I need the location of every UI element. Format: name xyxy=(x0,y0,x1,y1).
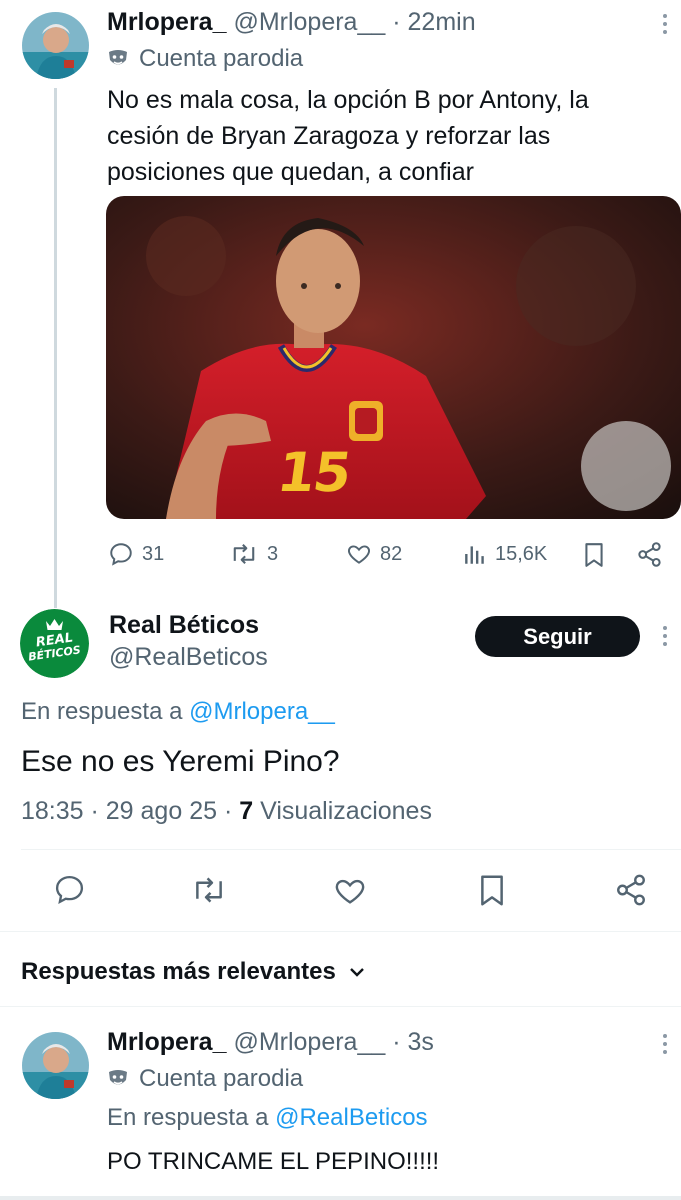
original-text-line: No es mala cosa, la opción B por Antony,… xyxy=(107,86,589,114)
tweet-media-photo[interactable]: 15 xyxy=(106,196,681,519)
follow-button[interactable]: Seguir xyxy=(475,616,640,657)
main-handle[interactable]: @RealBeticos xyxy=(109,643,268,672)
views-action[interactable]: 15,6K xyxy=(463,541,547,567)
bookmark-action[interactable] xyxy=(582,542,606,573)
reply-reply-to-link[interactable]: @RealBeticos xyxy=(275,1104,427,1131)
reply-icon xyxy=(55,875,84,905)
original-parody-text: Cuenta parodia xyxy=(139,45,304,72)
reply-tweet-header: Mrlopera_ @Mrlopera__ · 3s xyxy=(107,1028,434,1057)
reply-reply-prefix: En respuesta a xyxy=(107,1104,269,1131)
reply-time[interactable]: · 3s xyxy=(392,1028,434,1056)
main-reply-to-link[interactable]: @Mrlopera__ xyxy=(189,698,335,725)
main-views-count: 7 xyxy=(239,797,254,825)
original-tweet-text: No es mala cosa, la opción B por Antony,… xyxy=(107,82,667,190)
reply-parody-text: Cuenta parodia xyxy=(139,1065,304,1092)
original-tweet-header: Mrlopera_ @Mrlopera__ · 22min xyxy=(107,8,476,37)
reply-action[interactable]: 31 xyxy=(108,541,164,567)
reply-handle[interactable]: @Mrlopera__ xyxy=(233,1028,385,1056)
mrlopera-avatar-image xyxy=(22,12,89,79)
share-action[interactable] xyxy=(636,541,663,573)
original-handle[interactable]: @Mrlopera__ xyxy=(233,8,385,36)
avatar-mrlopera-reply[interactable] xyxy=(22,1032,89,1099)
avatar-realbeticos[interactable]: REAL BÉTICOS xyxy=(20,609,89,678)
jersey-number: 15 xyxy=(273,441,354,504)
divider xyxy=(0,1196,681,1200)
main-timestamp[interactable]: 18:35 · 29 ago 25 · xyxy=(21,797,232,825)
heart-icon xyxy=(348,545,370,564)
main-reply-prefix: En respuesta a xyxy=(21,698,183,725)
heart-icon xyxy=(335,879,365,904)
parody-mask-icon xyxy=(109,1070,127,1085)
avatar-mrlopera[interactable] xyxy=(22,12,89,79)
thread-connector-line xyxy=(54,88,57,608)
reply-parody-label: Cuenta parodia xyxy=(107,1065,303,1093)
retweet-action[interactable]: 3 xyxy=(229,541,278,567)
like-action[interactable]: 82 xyxy=(346,541,402,567)
divider xyxy=(0,1006,681,1007)
mrlopera-avatar-image xyxy=(22,1032,89,1099)
like-count: 82 xyxy=(380,542,403,565)
chevron-down-icon xyxy=(350,968,364,977)
main-reply-button[interactable] xyxy=(53,873,86,911)
reply-count: 31 xyxy=(142,542,165,565)
reply-more-icon[interactable] xyxy=(662,1034,668,1054)
replies-sort-label: Respuestas más relevantes xyxy=(21,958,336,985)
main-share-button[interactable] xyxy=(614,873,648,912)
parody-mask-icon xyxy=(109,50,127,65)
original-time[interactable]: · 22min xyxy=(392,8,475,36)
original-display-name[interactable]: Mrlopera_ xyxy=(107,8,226,36)
main-display-name[interactable]: Real Béticos xyxy=(109,611,259,640)
main-tweet-text: Ese no es Yeremi Pino? xyxy=(21,745,340,778)
original-text-line: posiciones que quedan, a confiar xyxy=(107,158,474,186)
replies-sort-dropdown[interactable]: Respuestas más relevantes xyxy=(21,958,366,986)
main-views-label: Visualizaciones xyxy=(260,797,432,825)
original-text-line: cesión de Bryan Zaragoza y reforzar las xyxy=(107,122,551,150)
reply-reply-context: En respuesta a @RealBeticos xyxy=(107,1104,428,1132)
share-icon xyxy=(638,542,661,567)
original-parody-label: Cuenta parodia xyxy=(107,45,303,73)
share-icon xyxy=(617,874,645,906)
main-tweet-meta: 18:35 · 29 ago 25 · 7 Visualizaciones xyxy=(21,797,432,826)
divider xyxy=(21,849,681,850)
main-retweet-button[interactable] xyxy=(190,874,228,911)
football-player-photo xyxy=(106,196,681,519)
reply-tweet-text: PO TRINCAME EL PEPINO!!!!! xyxy=(107,1148,440,1175)
divider xyxy=(0,931,681,932)
main-reply-context: En respuesta a @Mrlopera__ xyxy=(21,698,335,726)
main-bookmark-button[interactable] xyxy=(477,874,507,912)
reply-display-name[interactable]: Mrlopera_ xyxy=(107,1028,226,1056)
reply-icon xyxy=(110,543,132,566)
original-more-icon[interactable] xyxy=(662,14,668,34)
views-chart-icon xyxy=(465,546,484,564)
main-like-button[interactable] xyxy=(333,874,367,913)
retweet-count: 3 xyxy=(267,542,279,565)
retweet-icon xyxy=(196,877,222,903)
views-count: 15,6K xyxy=(495,542,548,565)
main-more-icon[interactable] xyxy=(662,626,668,646)
retweet-icon xyxy=(233,544,255,564)
bookmark-icon xyxy=(481,875,503,906)
bookmark-icon xyxy=(585,543,603,567)
